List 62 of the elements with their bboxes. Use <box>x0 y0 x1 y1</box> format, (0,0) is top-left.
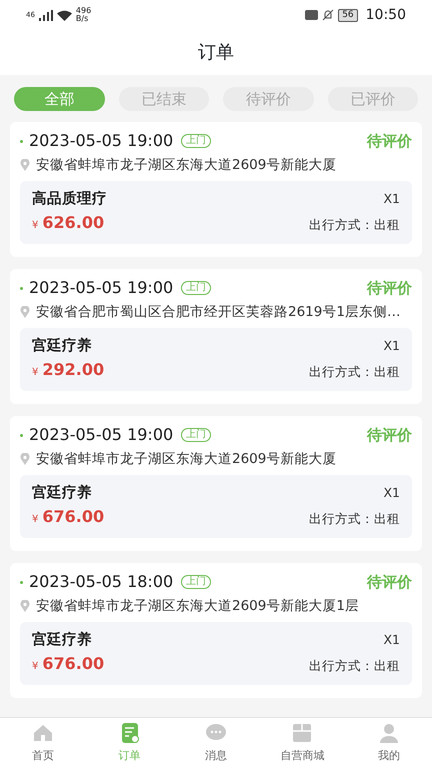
speed-unit: B/s <box>76 15 90 23</box>
clock-time: 10:50 <box>366 6 406 24</box>
product-name: 宫廷疗养 <box>32 630 92 650</box>
order-status: 待评价 <box>367 425 412 445</box>
nav-tab[interactable]: 自营商城 <box>280 748 324 764</box>
location-pin-icon <box>20 453 30 465</box>
order-address: 安徽省蚌埠市龙子湖区东海大道2609号新能大厦 <box>36 156 336 175</box>
bullet-icon <box>20 286 23 290</box>
travel-mode: 出行方式：出租 <box>309 216 400 234</box>
location-pin-icon <box>20 306 30 318</box>
person-icon[interactable] <box>378 722 400 744</box>
battery-level: 56 <box>338 8 358 22</box>
bullet-icon <box>20 434 23 436</box>
travel-mode: 出行方式：出租 <box>309 656 400 674</box>
order-card[interactable]: 2023-05-05 19:00 上门 待评价 安徽省蚌埠市龙子湖区东海大道2609号新能大厦 宫廷疗养 X1 ¥ 676.00 出行方式：出租 <box>10 416 422 551</box>
signal-icon <box>38 10 53 20</box>
service-tag: 上门 <box>181 134 212 148</box>
travel-mode: 出行方式：出租 <box>309 510 400 528</box>
product-name: 宫廷疗养 <box>32 483 92 503</box>
travel-mode: 出行方式：出租 <box>309 362 400 380</box>
service-tag: 上门 <box>181 428 212 442</box>
bullet-icon <box>20 580 23 584</box>
order-time: 2023-05-05 19:00 <box>29 131 174 151</box>
service-tag: 上门 <box>181 575 212 589</box>
order-card[interactable]: 2023-05-05 19:00 上门 待评价 安徽省合肥市蜀山区合肥市经开区芙蓉路2619号1层东侧… 宫廷疗养 X1 ¥ 292.00 出行方式：出租 <box>10 269 422 404</box>
nav-tab[interactable]: 首页 <box>32 748 54 764</box>
nav-tab[interactable]: 我的 <box>378 748 400 764</box>
product-name: 宫廷疗养 <box>32 336 92 356</box>
product-quantity: X1 <box>383 190 400 208</box>
product-name: 高品质理疗 <box>32 190 107 209</box>
currency-symbol: ¥ <box>32 661 38 672</box>
currency-symbol: ¥ <box>32 514 38 525</box>
order-time: 2023-05-05 18:00 <box>29 572 174 592</box>
service-tag: 上门 <box>181 281 212 295</box>
nav-tab[interactable]: 消息 <box>205 748 228 764</box>
location-pin-icon <box>20 159 30 171</box>
order-time: 2023-05-05 19:00 <box>29 425 174 445</box>
product-quantity: X1 <box>383 631 400 649</box>
bell-off-icon <box>322 9 334 21</box>
currency-symbol: ¥ <box>32 367 38 378</box>
order-status: 待评价 <box>367 278 412 298</box>
product-price: 676.00 <box>42 654 104 673</box>
order-address: 安徽省蚌埠市龙子湖区东海大道2609号新能大厦1层 <box>36 597 359 616</box>
order-address: 安徽省蚌埠市龙子湖区东海大道2609号新能大厦 <box>36 450 336 469</box>
box-icon[interactable] <box>291 722 314 744</box>
order-status: 待评价 <box>367 572 412 592</box>
product-quantity: X1 <box>383 337 400 355</box>
product-quantity: X1 <box>383 484 400 502</box>
order-card[interactable]: 2023-05-05 18:00 上门 待评价 安徽省蚌埠市龙子湖区东海大道2609号新能大厦1层 宫廷疗养 X1 ¥ 676.00 出行方式：出租 <box>10 563 422 698</box>
bullet-icon <box>20 140 23 142</box>
page-title: 订单 <box>198 41 234 65</box>
product-price: 292.00 <box>42 360 104 379</box>
speed-value: 496 <box>76 7 92 15</box>
order-card[interactable]: 2023-05-05 19:00 上门 待评价 安徽省蚌埠市龙子湖区东海大道2609号新能大厦 高品质理疗 X1 ¥ 626.00 出行方式：出租 <box>10 122 422 257</box>
product-price: 676.00 <box>42 507 104 526</box>
wifi-icon <box>56 10 72 20</box>
product-price: 626.00 <box>42 213 104 232</box>
order-status: 待评价 <box>367 131 412 151</box>
location-pin-icon <box>20 600 30 612</box>
currency-symbol: ¥ <box>32 220 38 231</box>
order-address: 安徽省合肥市蜀山区合肥市经开区芙蓉路2619号1层东侧… <box>36 303 400 322</box>
order-time: 2023-05-05 19:00 <box>29 278 174 298</box>
